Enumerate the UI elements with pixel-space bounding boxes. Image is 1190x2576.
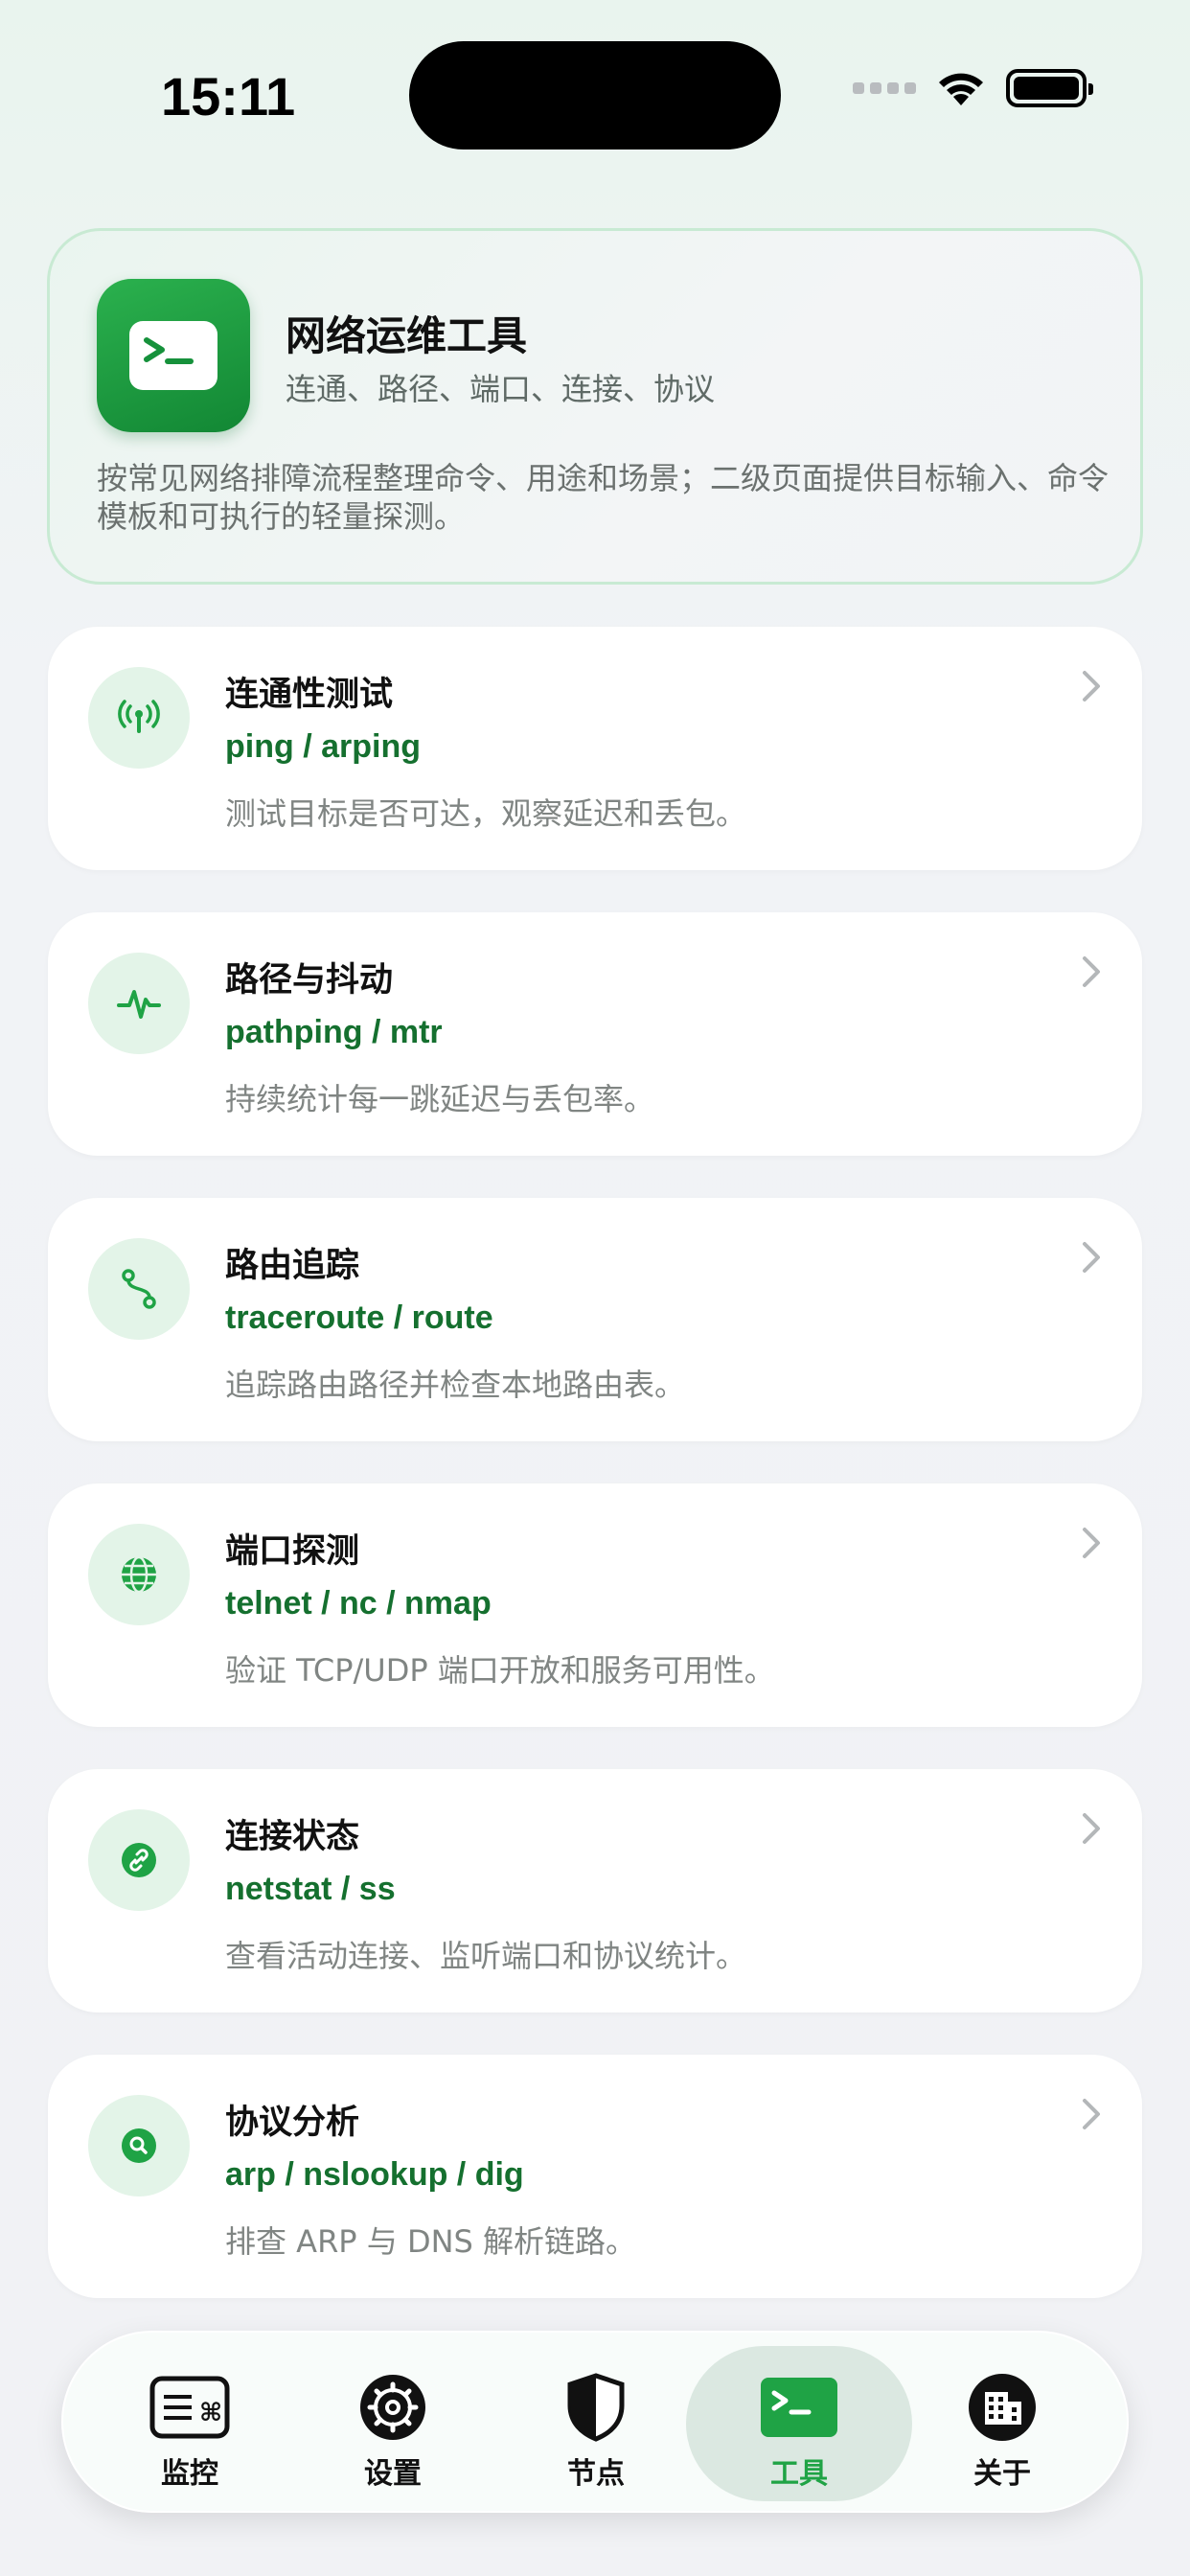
chevron-right-icon <box>1083 671 1100 702</box>
shield-icon <box>566 2373 626 2442</box>
waveform-icon <box>88 953 190 1054</box>
tab-settings[interactable]: 设置 <box>280 2346 506 2501</box>
page-title: 网络运维工具 <box>286 312 528 359</box>
tab-bar: ⌘ 监控 设置 节点 工具 关于 <box>61 2331 1129 2513</box>
tool-description: 持续统计每一跳延迟与丢包率。 <box>225 1081 655 1117</box>
globe-icon <box>88 1524 190 1625</box>
chevron-right-icon <box>1083 1813 1100 1844</box>
tool-description: 排查 ARP 与 DNS 解析链路。 <box>225 2223 637 2260</box>
gear-icon <box>358 2373 427 2442</box>
tab-label: 关于 <box>973 2457 1031 2491</box>
tool-title: 连接状态 <box>225 1818 360 1856</box>
tool-title: 路由追踪 <box>225 1247 360 1285</box>
route-icon <box>88 1238 190 1340</box>
tool-description: 追踪路由路径并检查本地路由表。 <box>225 1367 686 1403</box>
wifi-icon <box>939 73 983 105</box>
link-icon <box>88 1809 190 1911</box>
tool-title: 连通性测试 <box>225 676 394 714</box>
tool-commands: pathping / mtr <box>225 1014 443 1050</box>
search-icon <box>88 2095 190 2196</box>
header-card: 网络运维工具 连通、路径、端口、连接、协议 按常见网络排障流程整理命令、用途和场… <box>47 228 1143 585</box>
tool-title: 协议分析 <box>225 2104 360 2142</box>
page-subtitle: 连通、路径、端口、连接、协议 <box>286 371 716 407</box>
tool-commands: arp / nslookup / dig <box>225 2156 524 2193</box>
terminal-icon <box>759 2373 839 2442</box>
tab-monitor[interactable]: ⌘ 监控 <box>77 2346 303 2501</box>
tool-commands: netstat / ss <box>225 1871 396 1907</box>
tool-card-protocol-analysis[interactable]: 协议分析 arp / nslookup / dig 排查 ARP 与 DNS 解… <box>48 2055 1142 2298</box>
chevron-right-icon <box>1083 1528 1100 1558</box>
tool-title: 端口探测 <box>225 1532 360 1571</box>
tab-label: 工具 <box>770 2457 828 2491</box>
keyboard-icon: ⌘ <box>149 2373 230 2442</box>
tab-label: 节点 <box>567 2457 625 2491</box>
status-time: 15:11 <box>161 66 296 126</box>
chevron-right-icon <box>1083 956 1100 987</box>
tool-commands: ping / arping <box>225 728 421 765</box>
tab-tools[interactable]: 工具 <box>686 2346 912 2501</box>
antenna-icon <box>88 667 190 769</box>
tool-card-connection-status[interactable]: 连接状态 netstat / ss 查看活动连接、监听端口和协议统计。 <box>48 1769 1142 2012</box>
status-indicators <box>853 69 1093 107</box>
dynamic-island <box>409 41 781 150</box>
tab-nodes[interactable]: 节点 <box>483 2346 709 2501</box>
battery-icon <box>1006 69 1093 107</box>
tool-card-port-scan[interactable]: 端口探测 telnet / nc / nmap 验证 TCP/UDP 端口开放和… <box>48 1484 1142 1727</box>
terminal-app-icon <box>97 279 250 432</box>
cellular-signal-icon <box>853 82 916 94</box>
tool-card-traceroute[interactable]: 路由追踪 traceroute / route 追踪路由路径并检查本地路由表。 <box>48 1198 1142 1441</box>
chevron-right-icon <box>1083 1242 1100 1273</box>
building-icon <box>968 2373 1037 2442</box>
tab-about[interactable]: 关于 <box>889 2346 1115 2501</box>
tool-description: 查看活动连接、监听端口和协议统计。 <box>225 1938 747 1974</box>
tool-description: 测试目标是否可达，观察延迟和丢包。 <box>225 795 747 832</box>
chevron-right-icon <box>1083 2099 1100 2129</box>
page-description: 按常见网络排障流程整理命令、用途和场景；二级页面提供目标输入、命令模板和可执行的… <box>97 460 1110 535</box>
tab-label: 设置 <box>364 2457 422 2491</box>
tool-commands: traceroute / route <box>225 1300 493 1336</box>
tab-label: 监控 <box>161 2457 218 2491</box>
tool-card-path-jitter[interactable]: 路径与抖动 pathping / mtr 持续统计每一跳延迟与丢包率。 <box>48 912 1142 1156</box>
svg-text:⌘: ⌘ <box>199 2399 222 2427</box>
tool-card-connectivity[interactable]: 连通性测试 ping / arping 测试目标是否可达，观察延迟和丢包。 <box>48 627 1142 870</box>
tool-commands: telnet / nc / nmap <box>225 1585 492 1622</box>
tool-description: 验证 TCP/UDP 端口开放和服务可用性。 <box>225 1652 775 1689</box>
tool-title: 路径与抖动 <box>225 961 394 1000</box>
